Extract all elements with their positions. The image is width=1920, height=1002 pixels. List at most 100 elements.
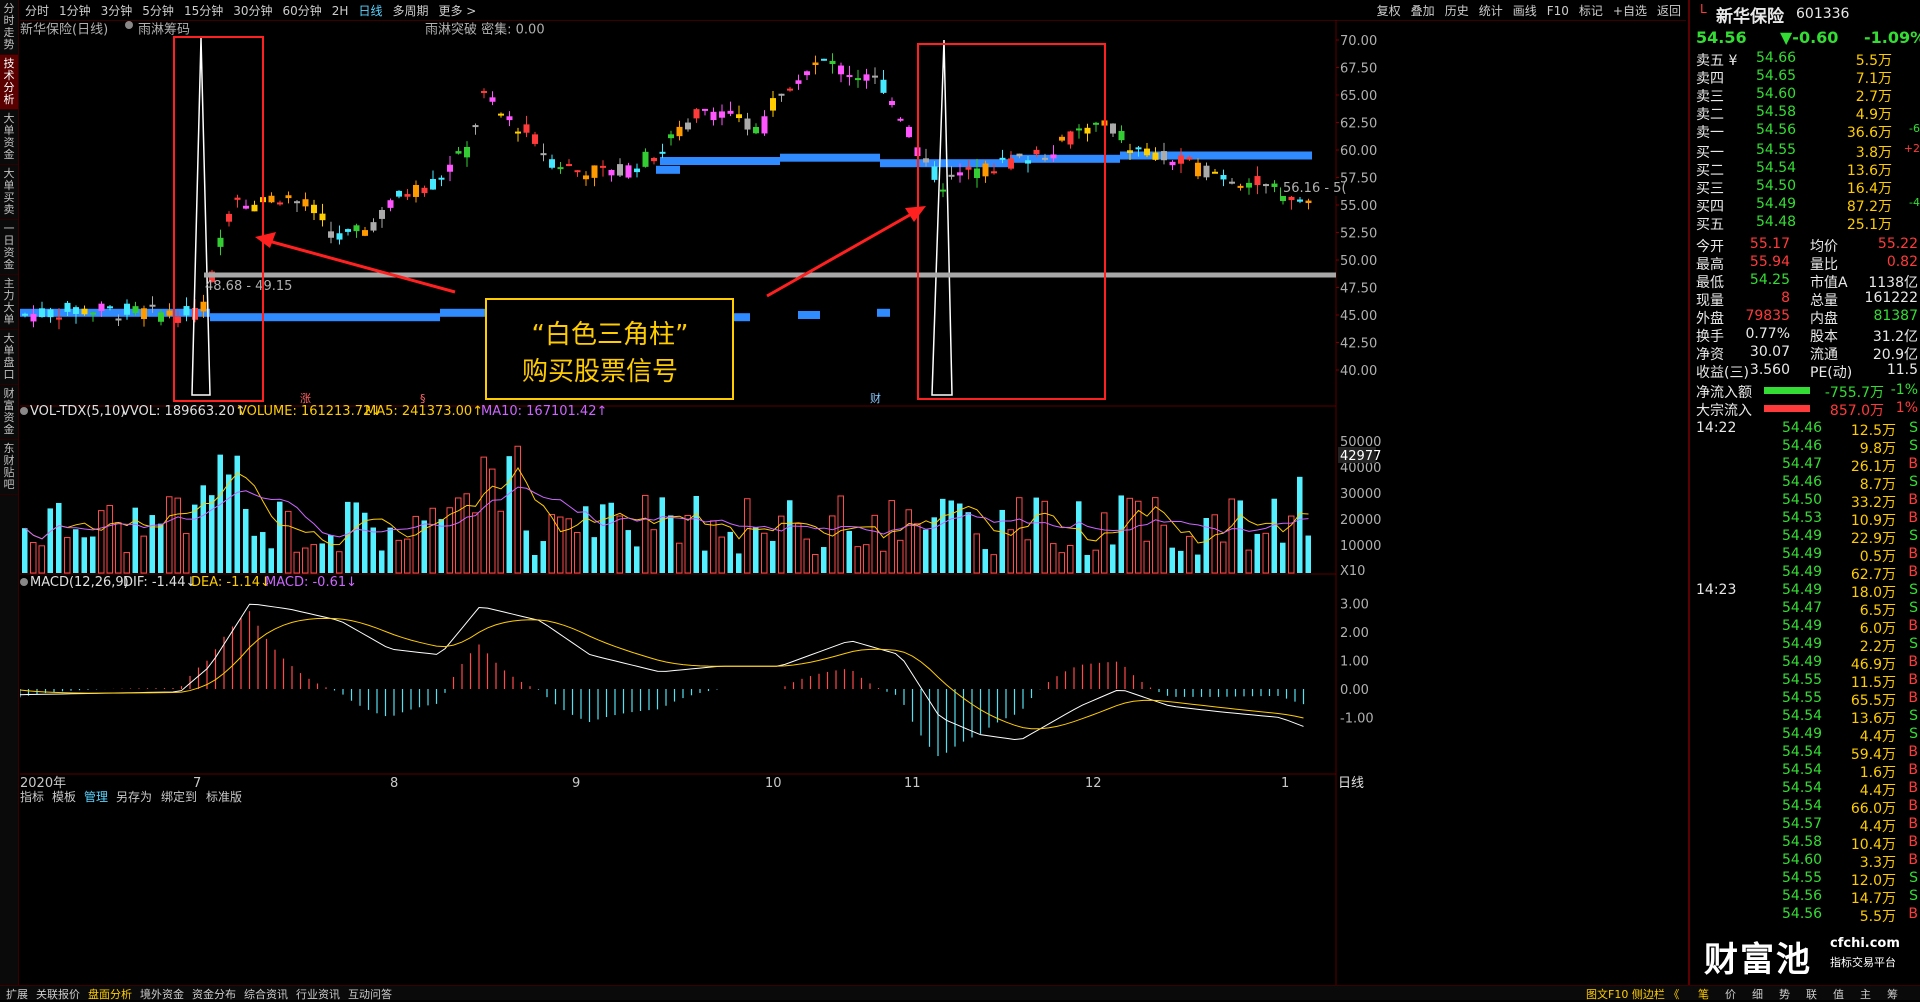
tool-3[interactable]: 统计 [1474, 0, 1508, 21]
chart-tool-2[interactable]: 管理 [84, 789, 108, 804]
period-9[interactable]: 多周期 [387, 0, 433, 21]
period-2[interactable]: 3分钟 [96, 0, 138, 21]
arrow-head-right-icon [905, 206, 926, 222]
bid-row[interactable]: 买三 54.50 16.4万 [1694, 178, 1920, 197]
period-4[interactable]: 15分钟 [179, 0, 228, 21]
tool-0[interactable]: 复权 [1372, 0, 1406, 21]
volume-bar [548, 514, 555, 574]
price-axis: 70.0067.5065.0062.5060.0057.5055.0052.50… [1336, 34, 1377, 379]
candle-body [846, 75, 853, 78]
tick-volume: 4.4万 [1859, 819, 1896, 835]
chart-tool-0[interactable]: 指标 [20, 789, 44, 804]
bottom-tab-0[interactable]: 扩展 [2, 986, 32, 1002]
quote-tab-1[interactable]: 价 [1717, 986, 1744, 1002]
tool-2[interactable]: 历史 [1440, 0, 1474, 21]
bottom-tab-2[interactable]: 盘面分析 [84, 986, 136, 1002]
event-marker-3[interactable]: 财 [870, 391, 881, 405]
candle-body [829, 60, 836, 65]
candle-body [804, 71, 810, 76]
left-tab-6[interactable]: 大单盘口 [0, 330, 18, 385]
period-0[interactable]: 分时 [20, 0, 54, 21]
ask-price: 54.56 [1756, 122, 1797, 138]
left-tab-7[interactable]: 财富资金 [0, 385, 18, 440]
vol-toggle-icon[interactable] [20, 407, 28, 415]
period-10[interactable]: 更多 > [433, 0, 481, 21]
bottom-tab-4[interactable]: 资金分布 [188, 986, 240, 1002]
volume-bar [140, 535, 147, 574]
quote-tab-2[interactable]: 细 [1744, 986, 1771, 1002]
tick-row: 54.47 6.5万 S [1694, 600, 1920, 619]
candle-body [1042, 157, 1048, 160]
tick-price: 54.56 [1782, 906, 1823, 922]
bid-row[interactable]: 买五 54.48 25.1万 [1694, 214, 1920, 233]
bottom-tab-5[interactable]: 综合资讯 [240, 986, 292, 1002]
chart-tool-1[interactable]: 模板 [52, 790, 76, 804]
left-tab-4[interactable]: 一日资金 [0, 220, 18, 275]
flow-value: -755.7万 [1824, 385, 1884, 401]
flow-row: 大宗流入 857.0万 1% [1694, 400, 1920, 419]
volume-bar [1280, 542, 1286, 573]
left-tab-1[interactable]: 技术分析 [0, 55, 18, 110]
left-tab-8[interactable]: 东财贴吧 [0, 440, 18, 495]
tool-1[interactable]: 叠加 [1406, 0, 1440, 21]
chart-tool-5[interactable]: 标准版 [206, 790, 242, 804]
left-tab-5[interactable]: 主力大单 [0, 275, 18, 330]
quote-tab-7[interactable]: 筹 [1879, 986, 1906, 1002]
bottom-tab-3[interactable]: 境外资金 [136, 986, 188, 1002]
tool-4[interactable]: 画线 [1508, 0, 1542, 21]
bottom-tab-7[interactable]: 互动问答 [344, 986, 396, 1002]
quote-tab-4[interactable]: 联 [1798, 986, 1825, 1002]
bid-row[interactable]: 买一 54.55 3.8万 +2 [1694, 142, 1920, 161]
period-5[interactable]: 30分钟 [228, 0, 277, 21]
ask-row[interactable]: 卖二 54.58 4.9万 [1694, 104, 1920, 123]
tick-side: B [1908, 780, 1918, 796]
left-tab-2[interactable]: 大单资金 [0, 110, 18, 165]
indicator-toggle-icon[interactable] [125, 21, 133, 29]
volume-bar [600, 504, 606, 573]
quote-tab-3[interactable]: 势 [1771, 986, 1798, 1002]
tool-7[interactable]: +自选 [1608, 0, 1652, 21]
tool-8[interactable]: 返回 [1652, 0, 1686, 21]
chart-tool-3[interactable]: 另存为 [116, 790, 152, 804]
period-8[interactable]: 日线 [353, 0, 387, 21]
tool-5[interactable]: F10 [1542, 2, 1574, 20]
volume-bar [90, 536, 96, 573]
candle-body [676, 126, 683, 137]
dea-line [20, 617, 1304, 730]
bottom-tab-bar: 扩展 关联报价 盘面分析 境外资金 资金分布 综合资讯 行业资讯 互动问答 图文F10 侧边栏… [0, 985, 1920, 1002]
volume-bar [770, 540, 776, 573]
chart-tool-4[interactable]: 绑定到 [161, 789, 197, 804]
bottom-tab-6[interactable]: 行业资讯 [292, 986, 344, 1002]
dif-line [20, 603, 1304, 741]
ask-row[interactable]: 卖五 ¥ 54.66 5.5万 [1694, 50, 1920, 69]
ask-row[interactable]: 卖四 54.65 7.1万 [1694, 68, 1920, 87]
bottom-right-link[interactable]: 图文F10 侧边栏 《 [1586, 986, 1679, 1002]
stock-name[interactable]: 新华保险 [1716, 2, 1784, 27]
quote-tab-6[interactable]: 主 [1852, 986, 1879, 1002]
quote-tab-5[interactable]: 值 [1825, 986, 1852, 1002]
tick-side: S [1909, 528, 1918, 544]
quote-tab-0[interactable]: 笔 [1690, 986, 1717, 1002]
bottom-tab-1[interactable]: 关联报价 [32, 986, 84, 1002]
bid-row[interactable]: 买四 54.49 87.2万 -4 [1694, 196, 1920, 215]
period-6[interactable]: 60分钟 [278, 0, 327, 21]
ask-row[interactable]: 卖一 54.56 36.6万 -6 [1694, 122, 1920, 141]
macd-toggle-icon[interactable] [20, 578, 28, 586]
candle-body [175, 316, 181, 323]
ask-row[interactable]: 卖三 54.60 2.7万 [1694, 86, 1920, 105]
volume-bar [1160, 524, 1167, 574]
tick-volume: 14.7万 [1850, 891, 1896, 907]
left-tab-3[interactable]: 大单买卖 [0, 165, 18, 220]
period-3[interactable]: 5分钟 [137, 0, 179, 21]
bid-row[interactable]: 买二 54.54 13.6万 [1694, 160, 1920, 179]
volume-bar [710, 520, 717, 574]
candle-body [532, 134, 538, 144]
kline-chart[interactable]: 新华保险(日线) 雨淋筹码 雨淋突破 密集: 0.00 70.0067.5065… [20, 20, 1686, 985]
period-7[interactable]: 2H [327, 2, 354, 20]
candle-body [1110, 123, 1116, 134]
period-1[interactable]: 1分钟 [54, 0, 96, 21]
tool-6[interactable]: 标记 [1574, 0, 1608, 21]
left-tab-0[interactable]: 分时走势 [0, 0, 18, 55]
bid-price: 54.55 [1756, 142, 1797, 158]
chip-bar [660, 157, 780, 165]
